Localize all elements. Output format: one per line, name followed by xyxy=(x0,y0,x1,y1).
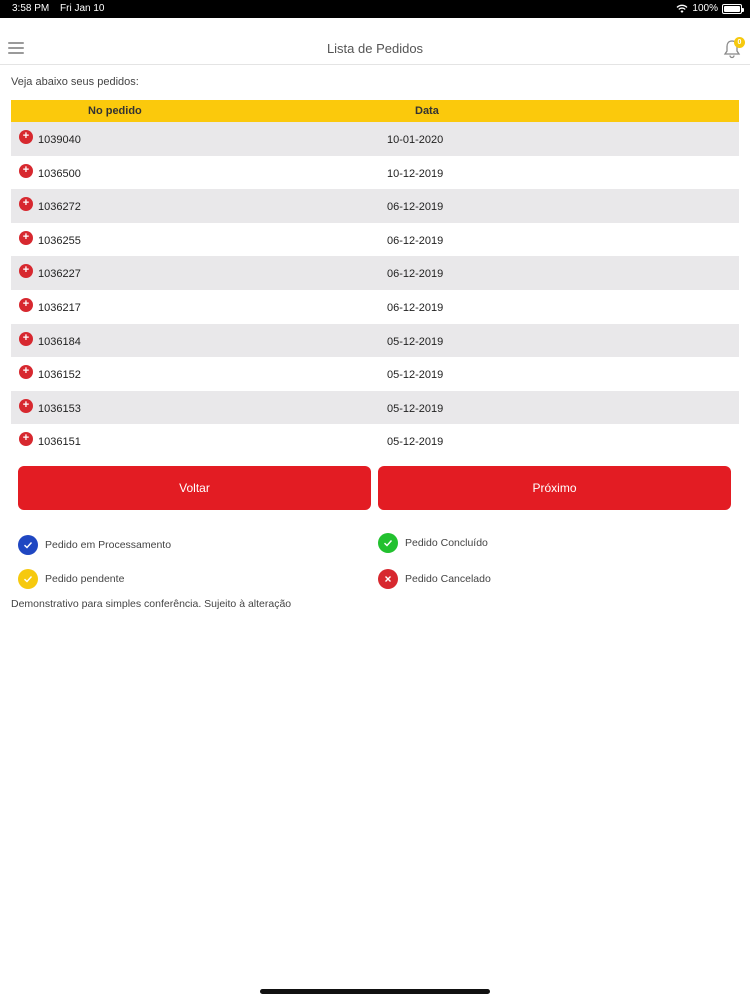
status-time: 3:58 PM xyxy=(12,3,50,14)
header-number: No pedido xyxy=(88,105,142,117)
plus-circle-icon[interactable]: + xyxy=(19,297,33,312)
table-row[interactable]: +1036227 06-12-2019 xyxy=(11,256,739,290)
order-number: 1036500 xyxy=(38,167,81,180)
order-number: 1036217 xyxy=(38,301,81,314)
navbar: Lista de Pedidos 0 xyxy=(0,18,750,65)
order-date: 06-12-2019 xyxy=(387,201,444,214)
legend-pending: Pedido pendente xyxy=(18,569,124,589)
table-row[interactable]: +1036151 05-12-2019 xyxy=(11,424,739,458)
plus-circle-icon[interactable]: + xyxy=(19,197,33,212)
header-date: Data xyxy=(415,105,439,117)
legend-cancelled: Pedido Cancelado xyxy=(378,569,491,589)
order-number: 1036152 xyxy=(38,369,81,382)
back-button[interactable]: Voltar xyxy=(18,466,371,510)
order-date: 05-12-2019 xyxy=(387,335,444,348)
order-number: 1039040 xyxy=(38,134,81,146)
check-icon xyxy=(18,535,38,555)
table-row[interactable]: +1036217 06-12-2019 xyxy=(11,289,739,324)
intro-text: Veja abaixo seus pedidos: xyxy=(11,76,139,88)
table-row[interactable]: +1036272 06-12-2019 xyxy=(11,189,739,223)
home-indicator[interactable] xyxy=(260,989,490,994)
table-row[interactable]: +1036255 06-12-2019 xyxy=(11,222,739,257)
order-date: 05-12-2019 xyxy=(387,402,444,415)
table-body: +1039040 10-01-2020 +1036500 10-12-2019 +103… xyxy=(11,122,739,458)
order-date: 10-01-2020 xyxy=(387,134,444,146)
legend-pending-label: Pedido pendente xyxy=(45,573,125,585)
status-bar: 3:58 PM Fri Jan 10 100% xyxy=(0,0,750,18)
plus-circle-icon[interactable]: + xyxy=(19,398,33,413)
order-date: 10-12-2019 xyxy=(387,167,444,180)
legend-processing: Pedido em Processamento xyxy=(18,535,171,555)
table-row[interactable]: +1039040 10-01-2020 xyxy=(11,122,739,156)
plus-circle-icon[interactable]: + xyxy=(19,163,33,178)
order-date: 06-12-2019 xyxy=(387,268,444,281)
check-icon xyxy=(378,533,398,553)
order-number: 1036255 xyxy=(38,234,81,247)
table-row[interactable]: +1036500 10-12-2019 xyxy=(11,155,739,190)
next-button[interactable]: Próximo xyxy=(378,466,731,510)
order-date: 05-12-2019 xyxy=(387,369,444,382)
order-number: 1036151 xyxy=(38,436,81,449)
check-icon xyxy=(18,569,38,589)
orders-table: No pedido Data +1039040 10-01-2020 +103650… xyxy=(11,100,739,458)
plus-circle-icon[interactable]: + xyxy=(19,264,33,279)
order-date: 06-12-2019 xyxy=(387,301,444,314)
legend-processing-label: Pedido em Processamento xyxy=(45,539,172,551)
plus-circle-icon[interactable]: + xyxy=(19,331,33,346)
page-title: Lista de Pedidos xyxy=(326,41,424,56)
status-date: Fri Jan 10 xyxy=(60,3,105,14)
legend-completed: Pedido Concluído xyxy=(378,533,488,553)
plus-circle-icon[interactable]: + xyxy=(19,230,33,245)
legend-cancelled-label: Pedido Cancelado xyxy=(405,573,491,585)
table-header: No pedido Data xyxy=(11,100,739,122)
plus-circle-icon[interactable]: + xyxy=(19,432,33,447)
order-number: 1036227 xyxy=(38,268,81,281)
table-row[interactable]: +1036152 05-12-2019 xyxy=(11,357,739,391)
notification-badge: 0 xyxy=(734,37,745,48)
order-number: 1036184 xyxy=(38,335,81,348)
order-number: 1036153 xyxy=(38,402,81,415)
plus-circle-icon[interactable]: + xyxy=(19,130,33,144)
table-row[interactable]: +1036184 05-12-2019 xyxy=(11,323,739,358)
order-date: 05-12-2019 xyxy=(387,436,444,449)
order-number: 1036272 xyxy=(38,201,81,214)
battery-percent: 100% xyxy=(692,3,718,14)
plus-circle-icon[interactable]: + xyxy=(19,365,33,380)
battery-icon xyxy=(722,3,744,14)
order-date: 06-12-2019 xyxy=(387,234,444,247)
wifi-icon xyxy=(676,4,688,13)
table-row[interactable]: +1036153 05-12-2019 xyxy=(11,390,739,425)
disclaimer-text: Demonstrativo para simples conferência. … xyxy=(11,598,292,610)
x-icon xyxy=(378,569,398,589)
legend-completed-label: Pedido Concluído xyxy=(405,537,488,549)
